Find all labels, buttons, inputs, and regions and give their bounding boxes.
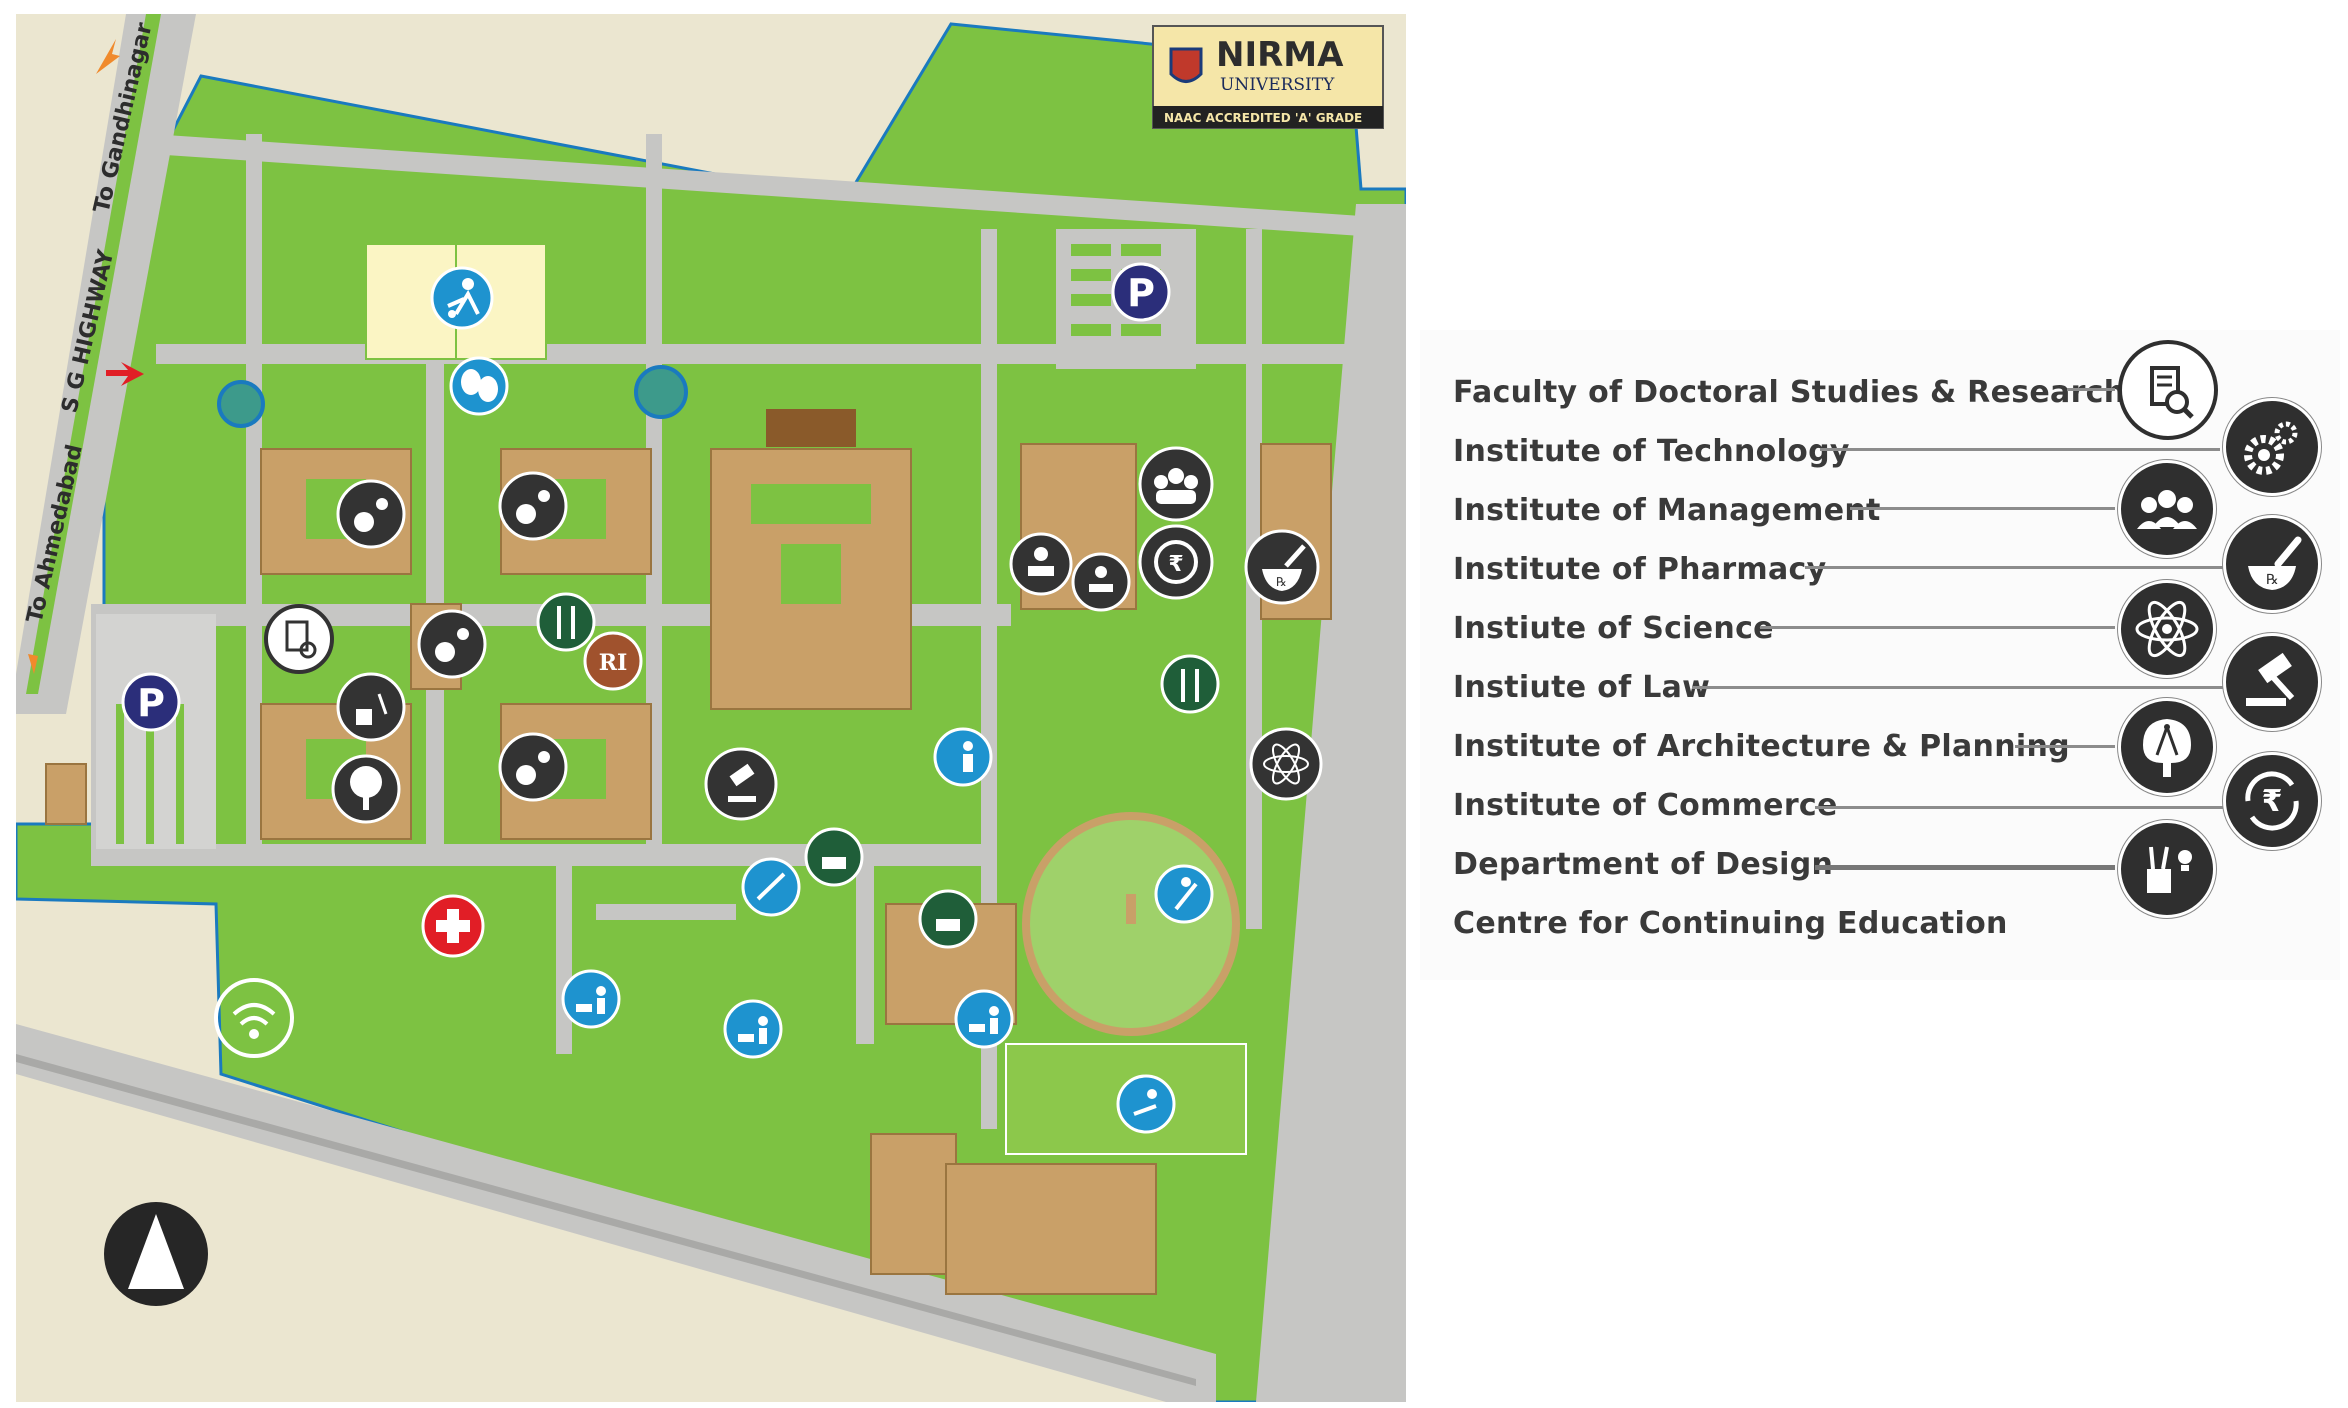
rupee-cycle-icon: ₹ bbox=[1138, 524, 1214, 600]
fountain-right bbox=[634, 365, 688, 419]
legend-leader-line bbox=[1815, 865, 2115, 870]
legend-row-technology: Institute of Technology bbox=[1453, 432, 1850, 472]
block-j bbox=[870, 1133, 957, 1275]
legend-row-continuing-education: Centre for Continuing Education bbox=[1453, 904, 2008, 944]
gavel-icon bbox=[2223, 633, 2321, 731]
tennis-icon bbox=[1116, 1074, 1176, 1134]
food-icon-meal-1 bbox=[804, 827, 864, 887]
legend-label: Institute of Commerce bbox=[1453, 788, 1838, 823]
svg-text:RI: RI bbox=[599, 650, 628, 676]
svg-text:℞: ℞ bbox=[2266, 572, 2279, 588]
legend-label: Faculty of Doctoral Studies & Research bbox=[1453, 375, 2126, 410]
theatre-masks-icon bbox=[449, 356, 509, 416]
block-i bbox=[45, 763, 87, 825]
svg-text:₹: ₹ bbox=[2262, 784, 2283, 819]
legend-leader-line bbox=[1692, 686, 2227, 689]
parking-left bbox=[96, 614, 216, 849]
library-icon: RI bbox=[583, 631, 643, 691]
legend-row-pharmacy: Institute of Pharmacy bbox=[1453, 550, 1826, 590]
legend-row-science: Instiute of Science bbox=[1453, 609, 1774, 649]
parking-icon-top: P bbox=[1111, 262, 1171, 322]
legend-row-management: Institute of Management bbox=[1453, 491, 1881, 531]
rupee-cycle-icon: ₹ bbox=[2223, 752, 2321, 850]
compass-tree-icon bbox=[2118, 698, 2216, 796]
hostel-icon-3 bbox=[954, 989, 1014, 1049]
svg-text:P: P bbox=[1127, 271, 1155, 315]
legend-label: Department of Design bbox=[1453, 847, 1834, 882]
document-magnifier-icon bbox=[264, 604, 334, 674]
people-group-icon bbox=[1138, 446, 1214, 522]
logo-name: NIRMA bbox=[1216, 35, 1344, 75]
legend-row-design: Department of Design bbox=[1453, 845, 1833, 885]
legend-label: Institute of Pharmacy bbox=[1453, 552, 1827, 587]
legend-row-doctoral: Faculty of Doctoral Studies & Research bbox=[1453, 373, 2125, 413]
reading-person-icon bbox=[1009, 532, 1073, 596]
legend-leader-line bbox=[2015, 745, 2115, 748]
food-icon-cutlery-1 bbox=[536, 592, 596, 652]
legend-leader-line bbox=[1805, 566, 2230, 569]
block-k bbox=[945, 1163, 1157, 1295]
legend-row-architecture: Institute of Architecture & Planning bbox=[1453, 727, 2070, 767]
document-magnifier-icon bbox=[2118, 340, 2218, 440]
design-tools-icon bbox=[336, 672, 406, 742]
svg-text:₹: ₹ bbox=[1168, 552, 1183, 577]
legend-leader-line bbox=[1760, 626, 2115, 629]
legend-leader-line bbox=[2067, 388, 2115, 391]
football-icon bbox=[430, 266, 494, 330]
design-tools-icon bbox=[2118, 820, 2216, 918]
people-group-icon bbox=[2118, 460, 2216, 558]
legend-label: Institute of Technology bbox=[1453, 434, 1850, 469]
compass-tree-icon bbox=[331, 754, 401, 824]
svg-text:P: P bbox=[137, 681, 165, 725]
legend-label: Instiute of Law bbox=[1453, 670, 1711, 705]
food-icon-meal-2 bbox=[918, 889, 978, 949]
campus-map: NIRMA UNIVERSITY NAAC ACCREDITED 'A' GRA… bbox=[16, 14, 1406, 1402]
lecture-icon bbox=[1071, 552, 1131, 612]
legend-row-law: Instiute of Law bbox=[1453, 668, 1710, 708]
legend-label: Centre for Continuing Education bbox=[1453, 906, 2008, 941]
legend-label: Institute of Management bbox=[1453, 493, 1881, 528]
parking-icon-left: P bbox=[121, 672, 181, 732]
cricket-icon bbox=[1154, 864, 1214, 924]
logo-accreditation: NAAC ACCREDITED 'A' GRADE bbox=[1164, 111, 1362, 125]
north-arrow-icon bbox=[104, 1202, 208, 1306]
medical-icon bbox=[421, 894, 485, 958]
logo-subtitle: UNIVERSITY bbox=[1220, 75, 1335, 95]
legend-leader-line bbox=[1820, 448, 2220, 451]
hostel-icon-2 bbox=[723, 999, 783, 1059]
atom-icon bbox=[2118, 580, 2216, 678]
atom-icon bbox=[1249, 727, 1323, 801]
svg-text:℞: ℞ bbox=[1276, 575, 1287, 589]
gears-icon bbox=[2223, 398, 2321, 496]
badminton-icon bbox=[741, 857, 801, 917]
mortar-pestle-icon: ℞ bbox=[1244, 529, 1320, 605]
restroom-icon-1 bbox=[933, 727, 993, 787]
gavel-icon bbox=[704, 747, 778, 821]
legend-leader-line bbox=[1850, 507, 2115, 510]
food-icon-cutlery-2 bbox=[1160, 654, 1220, 714]
legend-row-commerce: Institute of Commerce bbox=[1453, 786, 1838, 826]
legend-leader-line bbox=[1815, 806, 2225, 809]
fountain-left bbox=[217, 380, 265, 428]
hostel-icon-1 bbox=[561, 969, 621, 1029]
legend-label: Instiute of Science bbox=[1453, 611, 1774, 646]
nirma-logo: NIRMA UNIVERSITY NAAC ACCREDITED 'A' GRA… bbox=[1152, 25, 1384, 129]
legend-label: Institute of Architecture & Planning bbox=[1453, 729, 2070, 764]
mortar-pestle-icon: ℞ bbox=[2223, 515, 2321, 613]
